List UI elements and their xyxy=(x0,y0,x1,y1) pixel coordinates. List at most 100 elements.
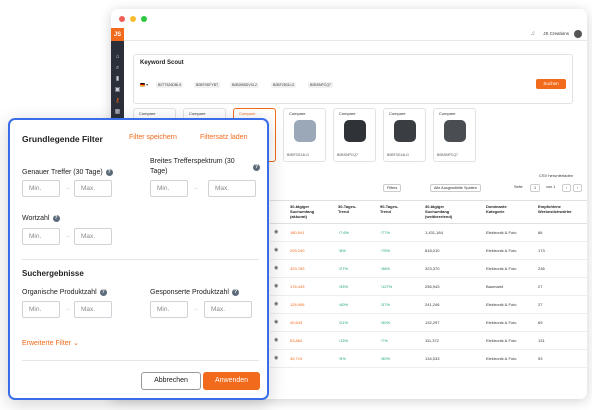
table-row[interactable]: ◉ 180,541 ↑7.6% ↑77% 1,431,184 Elektronik & F… xyxy=(270,224,587,242)
table-row[interactable]: ◉ 126,906 ↑40% ↑37% 241,246 Elektronik & Foto… xyxy=(270,296,587,314)
view-icon[interactable]: ◉ xyxy=(274,301,278,307)
table-row[interactable]: ◉ 176,443 ↑33% ↑127% 256,943 Baumarkt 27 xyxy=(270,278,587,296)
asin-tag[interactable]: B0BF2831LG xyxy=(271,82,297,88)
range-arrow-icon: → xyxy=(65,306,71,312)
view-icon[interactable]: ◉ xyxy=(274,283,278,289)
info-icon[interactable]: ? xyxy=(105,168,113,176)
avatar[interactable] xyxy=(574,30,582,38)
maximize-window-icon[interactable] xyxy=(141,15,147,22)
exact-min-input[interactable]: Min. xyxy=(22,180,60,197)
next-page-button[interactable]: › xyxy=(573,184,583,192)
table-cell: Elektronik & Foto xyxy=(486,302,517,307)
word-count-text: Wortzahl xyxy=(22,215,50,222)
sponsored-count-text: Gesponserte Produktzahl xyxy=(150,289,229,296)
search-icon[interactable]: ⌕ xyxy=(114,65,121,71)
compare-card[interactable]: Compare B0BF3G14LG xyxy=(383,108,426,162)
table-row[interactable]: ◉ 209,240 ↑8% ↑75% 818,010 Elektronik & Foto 1… xyxy=(270,242,587,260)
table-cell: ↑7.6% xyxy=(338,230,350,235)
compare-label: Compare xyxy=(289,111,306,116)
chart-icon[interactable]: ▮ xyxy=(114,76,121,82)
table-cell: ↑50% xyxy=(380,356,391,361)
range-arrow-icon: → xyxy=(193,306,199,312)
apply-button[interactable]: Anwenden xyxy=(203,372,260,390)
column-header[interactable]: Dominante Kategorie xyxy=(486,204,524,214)
sponsored-min-input[interactable]: Min. xyxy=(150,301,188,318)
save-filter-link[interactable]: Filter speichern xyxy=(129,134,177,141)
table-cell: Elektronik & Foto xyxy=(486,320,517,325)
organic-count-label: Organische Produktzahl? xyxy=(22,288,107,298)
table-cell: 180,541 xyxy=(290,230,305,235)
view-icon[interactable]: ◉ xyxy=(274,229,278,235)
table-row[interactable]: ◉ 329,789 ↑27% ↑38% 323,370 Elektronik & Foto… xyxy=(270,260,587,278)
key-icon[interactable]: ⚷ xyxy=(114,98,121,104)
table-cell: ↑27% xyxy=(338,266,349,271)
table-cell: ↑13% xyxy=(338,338,349,343)
table-cell: 134,033 xyxy=(425,356,440,361)
headphones-image xyxy=(444,120,466,142)
view-icon[interactable]: ◉ xyxy=(274,265,278,271)
table-cell: 126,906 xyxy=(290,302,305,307)
cube-icon[interactable]: ▣ xyxy=(114,87,121,93)
info-icon[interactable]: ? xyxy=(99,288,107,296)
column-header[interactable]: 90-Tages-Trend xyxy=(380,204,408,214)
compare-card[interactable]: Compare B0BSNPCQ7 xyxy=(333,108,376,162)
search-button[interactable]: Suchen xyxy=(536,79,566,89)
broad-min-input[interactable]: Min. xyxy=(150,180,188,197)
info-icon[interactable]: ? xyxy=(52,214,60,222)
csv-download-button[interactable]: CSV herunterladen xyxy=(539,173,573,178)
column-select[interactable]: Alle Ausgewählte Spalten xyxy=(430,184,481,192)
asin-tag[interactable]: B07T3Z6DBL9 xyxy=(156,82,184,88)
asin-tag[interactable]: B0BF9DFYBT xyxy=(194,82,221,88)
table-cell: 173 xyxy=(538,248,545,253)
asin-tag[interactable]: B0B2MBDVXL2 xyxy=(230,82,259,88)
info-icon[interactable]: ? xyxy=(232,288,239,296)
account-menu[interactable]: JS Creations xyxy=(543,31,569,36)
load-filterset-link[interactable]: Filtersatz laden xyxy=(200,134,247,141)
broad-max-input[interactable]: Max. xyxy=(208,180,256,197)
exact-match-label: Genauer Treffer (30 Tage)? xyxy=(22,168,113,178)
column-header[interactable]: Empfohlene Werbestichwörter xyxy=(538,204,583,214)
organic-max-input[interactable]: Max. xyxy=(74,301,112,318)
table-row[interactable]: ◉ 40,643 ↑21% ↑30% 132,297 Elektronik & Foto 6… xyxy=(270,314,587,332)
table-row[interactable]: ◉ 63,864 ↑13% ↑7% 111,372 Elektronik & Foto 13… xyxy=(270,332,587,350)
cancel-button[interactable]: Abbrechen xyxy=(141,372,201,390)
close-window-icon[interactable] xyxy=(119,15,125,22)
organic-min-input[interactable]: Min. xyxy=(22,301,60,318)
word-count-max-input[interactable]: Max. xyxy=(74,228,112,245)
table-row[interactable]: ◉ 45,719 ↑9% ↑50% 134,033 Elektronik & Foto 53 xyxy=(270,350,587,368)
notification-icon[interactable]: ♫ xyxy=(531,31,536,37)
asin-tag[interactable]: B0BSNPCQ7 xyxy=(308,82,334,88)
filters-button[interactable]: Filters xyxy=(383,184,402,192)
app-logo[interactable]: JS xyxy=(111,28,124,41)
compare-card[interactable]: Compare B0BSNPCQ7 xyxy=(433,108,476,162)
minimize-window-icon[interactable] xyxy=(130,15,136,22)
advanced-filter-toggle[interactable]: Erweiterte Filter ⌄ xyxy=(22,339,79,347)
marketplace-flag-select[interactable]: 🇩🇪 ▾ xyxy=(140,82,152,88)
screenshot-stage: JS ⌂ ⌕ ▮ ▣ ⚷ ▦ ♫ JS Creations Keyword Sc… xyxy=(0,0,592,410)
organic-count-text: Organische Produktzahl xyxy=(22,289,97,296)
column-header[interactable]: 30-tägiger Suchumfang (akkurat) xyxy=(290,204,330,219)
column-header[interactable]: 30-tägiger Suchumfang (weitbereiend) xyxy=(425,204,467,219)
view-icon[interactable]: ◉ xyxy=(274,247,278,253)
home-icon[interactable]: ⌂ xyxy=(114,54,121,60)
section-divider xyxy=(22,259,259,260)
column-header[interactable]: 30-Tages-Trend xyxy=(338,204,366,214)
exact-max-input[interactable]: Max. xyxy=(74,180,112,197)
table-cell: 27 xyxy=(538,284,543,289)
table-cell: 241,246 xyxy=(425,302,440,307)
table-cell: ↑37% xyxy=(380,302,391,307)
dialog-title: Grundlegende Filter xyxy=(22,134,103,144)
sponsored-max-input[interactable]: Max. xyxy=(204,301,252,318)
prev-page-button[interactable]: ‹ xyxy=(562,184,572,192)
compare-card[interactable]: Compare B0BF3G14LG xyxy=(283,108,326,162)
view-icon[interactable]: ◉ xyxy=(274,337,278,343)
view-icon[interactable]: ◉ xyxy=(274,355,278,361)
compare-label: Compare xyxy=(239,111,256,116)
view-icon[interactable]: ◉ xyxy=(274,319,278,325)
info-icon[interactable]: ? xyxy=(253,164,260,171)
page-input[interactable]: 1 xyxy=(530,184,541,192)
table-cell: ↑75% xyxy=(380,248,391,253)
range-arrow-icon: → xyxy=(65,185,71,191)
word-count-min-input[interactable]: Min. xyxy=(22,228,60,245)
grid-icon[interactable]: ▦ xyxy=(114,109,121,115)
